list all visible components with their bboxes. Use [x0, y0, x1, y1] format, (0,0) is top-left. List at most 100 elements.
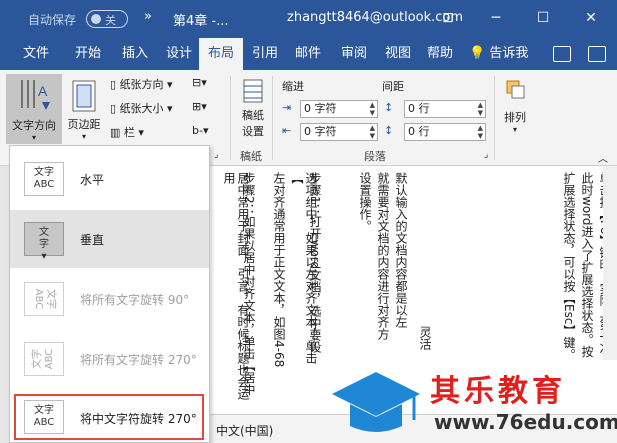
language-indicator[interactable]: 中文(中国): [216, 422, 273, 439]
menu-item-label: 水平: [80, 173, 105, 187]
tab-mailings[interactable]: 邮件: [288, 38, 328, 70]
dialog-launcher-icon[interactable]: ⌟: [214, 150, 218, 160]
vertical-text-icon: 文字 ▾: [24, 222, 64, 262]
menu-item-rotate-270[interactable]: 文字 ABC 将所有文字旋转 270°: [10, 330, 209, 388]
hyphenation-icon[interactable]: b‑▾: [192, 124, 208, 137]
size-button[interactable]: ▯ 纸张大小 ▾: [110, 100, 173, 116]
size-icon: ▯: [110, 102, 120, 115]
columns-icon: ▥: [110, 126, 124, 139]
manuscript-icon: [243, 79, 263, 103]
manuscript-settings-button[interactable]: 稿纸 设置: [236, 78, 270, 144]
spacing-label: 间距: [382, 80, 404, 93]
menu-item-rotate-asian-270[interactable]: 文字 ABC 将中文字符旋转 270°: [14, 394, 204, 440]
lightbulb-icon: 💡: [469, 46, 486, 61]
orientation-label: 纸张方向: [119, 78, 164, 91]
horizontal-text-icon: 文字 ABC: [24, 162, 64, 196]
manuscript-label-line1: 稿纸: [242, 109, 264, 122]
manuscript-label-line2: 设置: [242, 125, 264, 138]
tell-me-search[interactable]: 💡 告诉我: [469, 38, 528, 70]
document-column: 就需要对文档的内容进行对齐方: [376, 172, 390, 340]
comments-icon[interactable]: [588, 46, 606, 62]
margins-label: 页边距: [67, 118, 101, 131]
orientation-button[interactable]: ▯ 纸张方向 ▾: [110, 76, 173, 92]
menu-item-horizontal[interactable]: 文字 ABC 水平: [10, 150, 209, 208]
orientation-icon: ▯: [110, 78, 120, 91]
indent-right-field[interactable]: 0 字符 ▲ ▼: [300, 123, 378, 141]
columns-label: 栏: [123, 126, 135, 139]
tab-references[interactable]: 引用: [247, 38, 283, 70]
share-icon[interactable]: [553, 46, 571, 62]
arrange-icon: [506, 80, 525, 99]
menu-item-rotate-90[interactable]: 文字 ABC 将所有文字旋转 90°: [10, 270, 209, 328]
spinner-arrows-icon[interactable]: ▲ ▼: [478, 124, 483, 140]
indent-right-icon: ⇤: [282, 124, 292, 137]
text-direction-icon: A: [21, 80, 50, 110]
indent-label: 缩进: [282, 80, 304, 93]
menu-item-label: 将中文字符旋转 270°: [80, 412, 197, 426]
tab-home[interactable]: 开始: [66, 38, 110, 70]
tab-layout[interactable]: 布局: [199, 38, 243, 70]
tab-insert[interactable]: 插入: [113, 38, 157, 70]
space-after-icon: ↕: [384, 124, 394, 137]
indent-right-value: 0 字符: [304, 125, 337, 138]
document-column: 设置操作。: [358, 172, 372, 232]
more-commands-icon[interactable]: »: [144, 9, 152, 24]
menu-item-label: 垂直: [80, 233, 105, 247]
spinner-arrows-icon[interactable]: ▲ ▼: [370, 124, 375, 140]
dialog-launcher-icon[interactable]: ⌟: [484, 150, 488, 160]
tab-design[interactable]: 设计: [159, 38, 199, 70]
collapse-ribbon-icon[interactable]: ︿: [598, 150, 608, 165]
columns-button[interactable]: ▥ 栏 ▾: [110, 124, 144, 140]
autosave-state: 关: [105, 14, 116, 27]
space-after-value: 0 行: [408, 125, 430, 138]
margins-icon: [72, 80, 96, 112]
dropdown-arrow-icon: ▾: [512, 125, 517, 134]
menu-item-vertical[interactable]: 文字 ▾ 垂直: [10, 210, 209, 268]
breaks-icon[interactable]: ⊟▾: [192, 76, 207, 89]
document-column: 扩展选择状态，可以按【Esc】键。: [562, 172, 576, 361]
margins-button[interactable]: 页边距 ▾: [64, 74, 104, 144]
document-column: 居中常用于封面、引言，有时候标题也会运用: [222, 172, 250, 400]
group-separator: [494, 76, 495, 160]
watermark-url: www.76edu.com: [434, 410, 617, 434]
watermark-name: 其乐教育: [430, 374, 566, 409]
svg-text:A: A: [38, 83, 48, 99]
space-after-field[interactable]: 0 行 ▲ ▼: [404, 123, 486, 141]
spinner-arrows-icon[interactable]: ▲ ▼: [478, 101, 483, 117]
minimize-button[interactable]: ─: [484, 7, 508, 29]
ribbon-tabs: 文件 开始 插入 设计 布局 引用 邮件 审阅 视图 帮助 💡 告诉我: [0, 38, 617, 70]
arrange-button[interactable]: 排列 ▾: [500, 78, 530, 144]
menu-item-label: 将所有文字旋转 270°: [80, 353, 197, 367]
space-before-field[interactable]: 0 行 ▲ ▼: [404, 100, 486, 118]
document-column: 左对齐通常用于正文文本，如图4-68: [272, 172, 286, 368]
close-button[interactable]: ✕: [579, 7, 603, 29]
spinner-arrows-icon[interactable]: ▲ ▼: [370, 101, 375, 117]
rotate-270-icon: 文字 ABC: [24, 342, 64, 376]
text-direction-button[interactable]: A 文字方向 ▾: [6, 74, 62, 144]
toggle-knob: [91, 14, 101, 24]
rotate-90-icon: 文字 ABC: [24, 282, 64, 316]
title-bar: 自动保存 关 » 第4章 -... zhangtt8464@outlook.co…: [0, 0, 617, 38]
ribbon-display-options-icon[interactable]: ⊡: [436, 7, 460, 29]
tab-help[interactable]: 帮助: [420, 38, 460, 70]
indent-left-icon: ⇥: [282, 101, 292, 114]
autosave-toggle[interactable]: 关: [86, 10, 128, 28]
line-numbers-icon[interactable]: ⊞▾: [192, 100, 207, 113]
indent-left-value: 0 字符: [304, 102, 337, 115]
tab-view[interactable]: 视图: [378, 38, 418, 70]
tab-review[interactable]: 审阅: [334, 38, 374, 70]
size-label: 纸张大小: [119, 102, 164, 115]
tab-file[interactable]: 文件: [14, 38, 58, 70]
arrange-label: 排列: [504, 111, 526, 124]
document-column: 选项组中，如果以左对齐文本，单击【: [290, 172, 318, 364]
indent-left-field[interactable]: 0 字符 ▲ ▼: [300, 100, 378, 118]
text-direction-label: 文字方向: [12, 119, 56, 132]
document-title: 第4章 -...: [173, 14, 229, 29]
autosave-label: 自动保存: [28, 13, 77, 27]
maximize-button[interactable]: ☐: [531, 7, 555, 29]
text-direction-menu: 文字 ABC 水平 文字 ▾ 垂直 文字 ABC 将所有文字旋转 90° 文字 ABC …: [9, 145, 210, 443]
dropdown-arrow-icon: ▾: [134, 126, 144, 139]
vertical-scrollbar[interactable]: [603, 166, 617, 360]
space-before-icon: ↕: [384, 101, 394, 114]
dropdown-arrow-icon: ▾: [81, 132, 86, 141]
